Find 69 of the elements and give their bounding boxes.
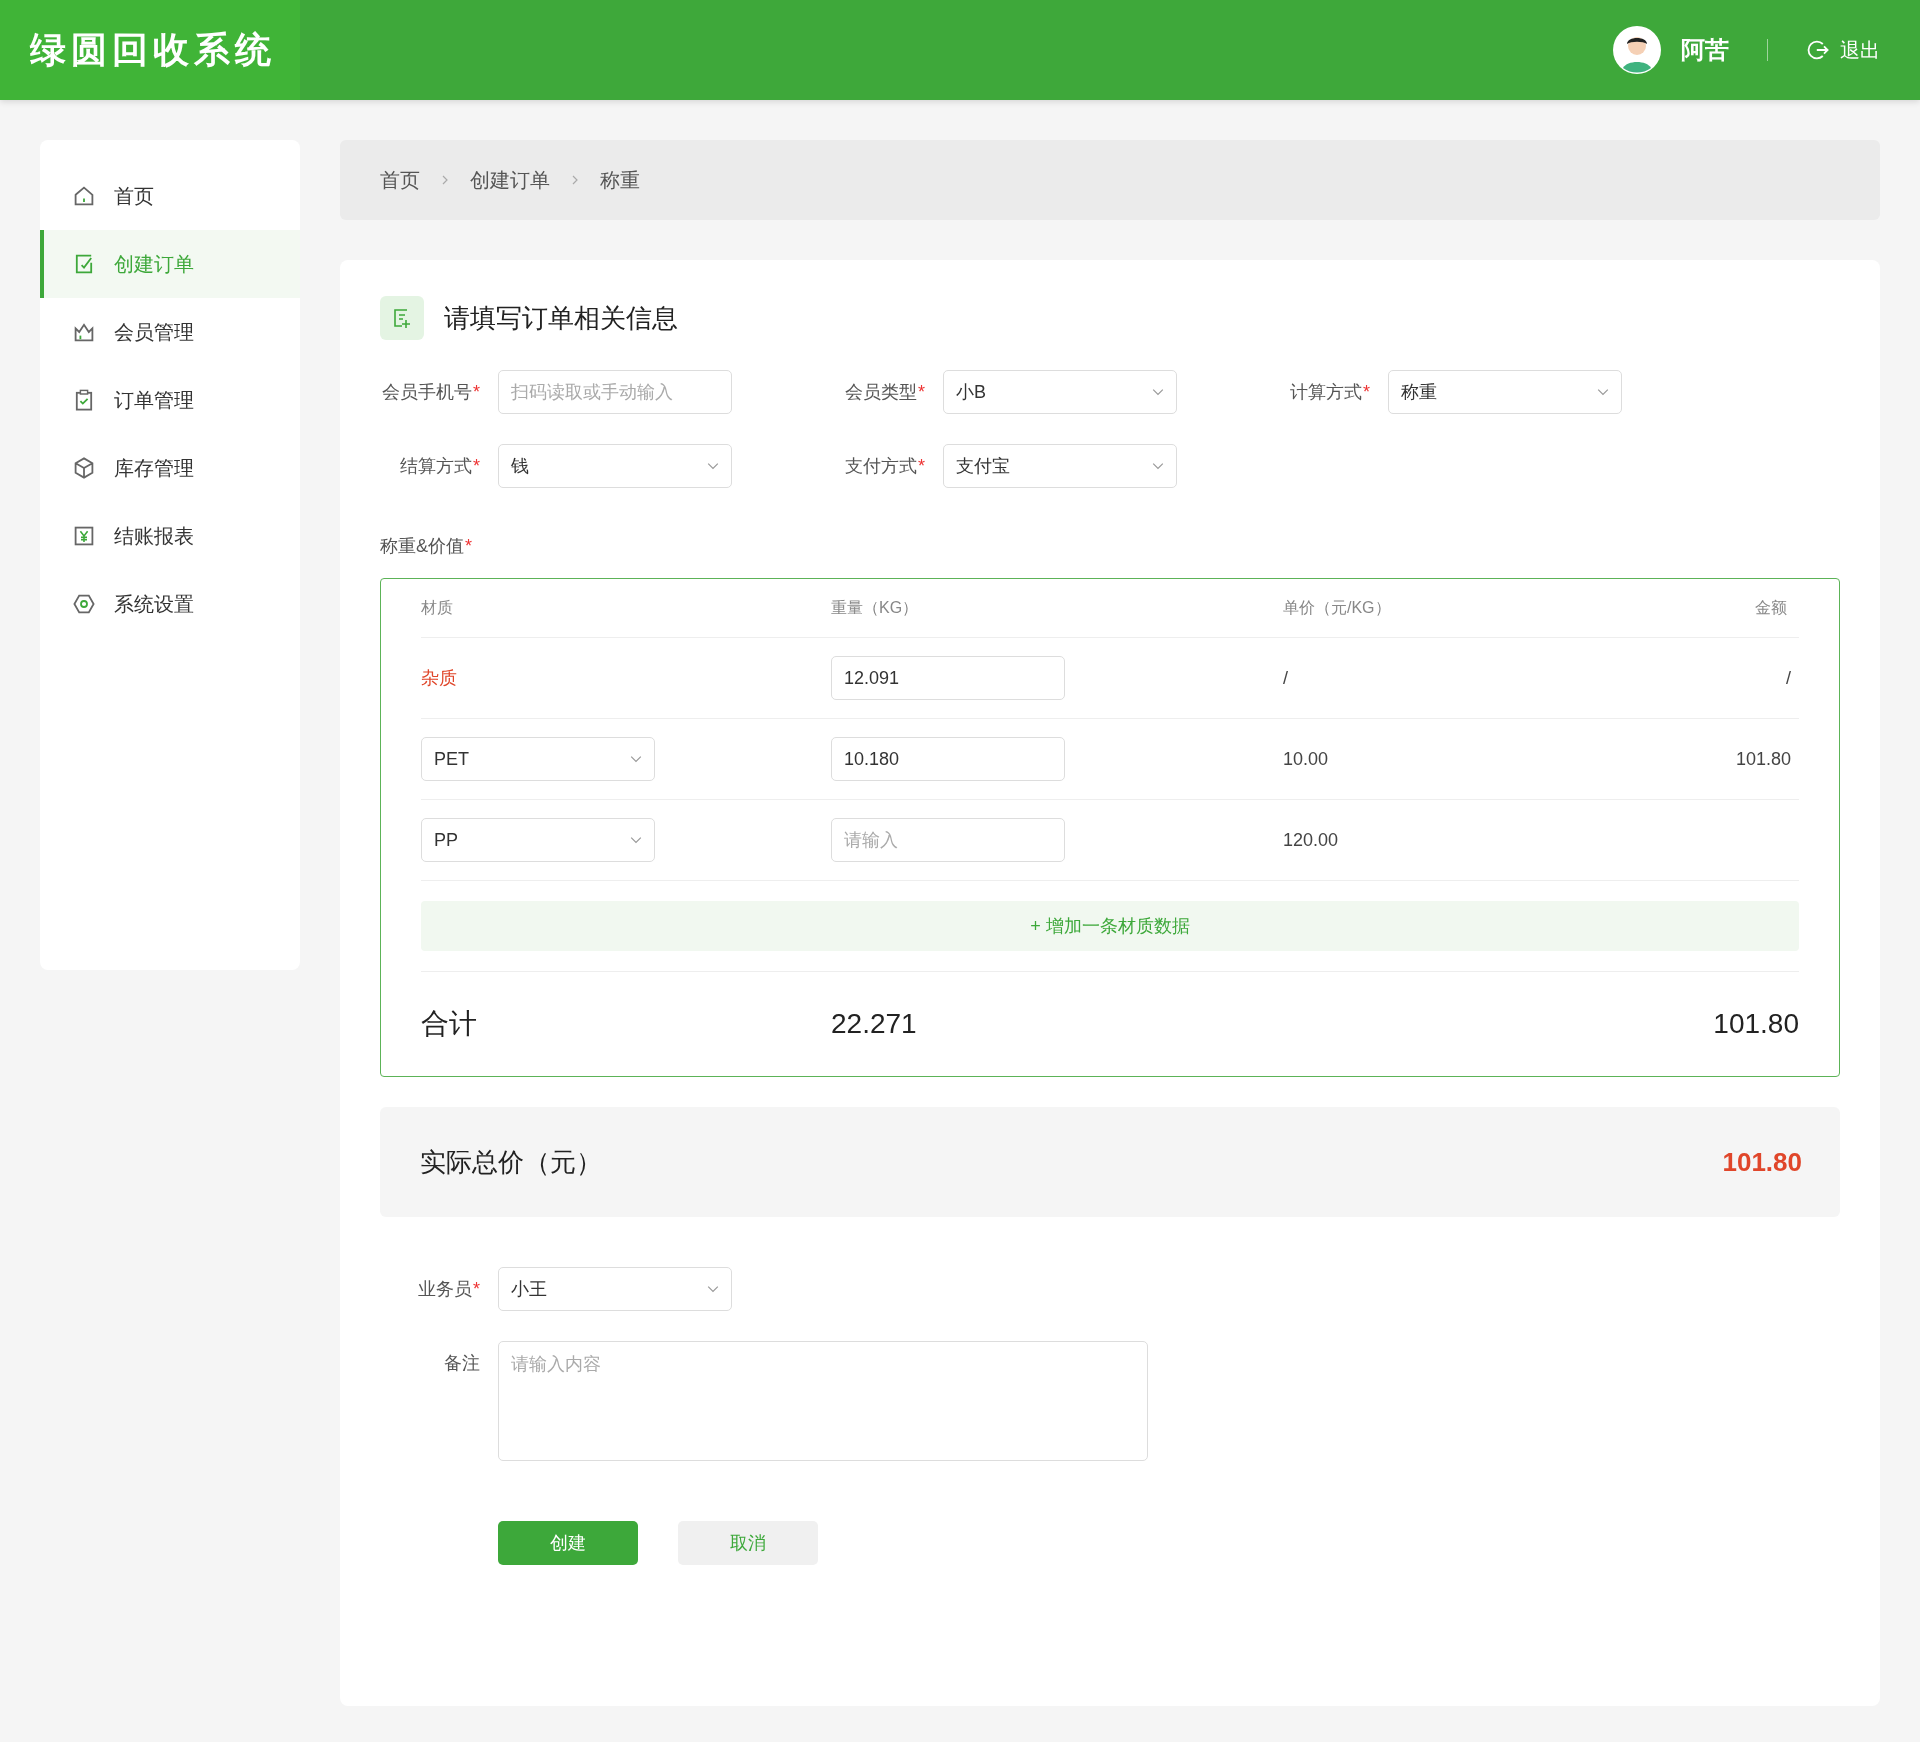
unit-price: 10.00 (1283, 748, 1329, 770)
field-label: 结算方式 (400, 456, 472, 476)
yen-icon (72, 524, 96, 548)
form-icon (380, 296, 424, 340)
column-header: 金额 (1754, 597, 1788, 618)
select-field[interactable]: 支付宝 (943, 444, 1177, 488)
column-header: 单价（元/KG） (1283, 597, 1392, 618)
column-header: 材质 (421, 597, 454, 618)
required-mark: * (465, 536, 473, 556)
actual-total-label: 实际总价（元） (420, 1145, 602, 1179)
chevron-down-icon (1597, 386, 1609, 398)
required-mark: * (473, 1279, 480, 1299)
weight-input[interactable]: 请输入 (831, 818, 1065, 862)
chevron-down-icon (707, 1283, 719, 1295)
app-title: 绿圆回收系统 (30, 27, 276, 72)
material-select[interactable]: PET (421, 737, 655, 781)
select-field[interactable]: 小B (943, 370, 1177, 414)
required-mark: * (1363, 382, 1370, 402)
section-label: 称重&价值 (380, 536, 464, 556)
sidebar-item[interactable]: 会员管理 (40, 298, 300, 366)
field-label: 支付方式 (845, 456, 917, 476)
select-field[interactable]: 钱 (498, 444, 732, 488)
breadcrumb-link[interactable]: 称重 (600, 166, 640, 194)
sidebar-item[interactable]: 首页 (40, 162, 300, 230)
required-mark: * (473, 382, 480, 402)
breadcrumb-link[interactable]: 首页 (380, 166, 420, 194)
required-mark: * (918, 382, 925, 402)
column-header: 重量（KG） (831, 597, 920, 618)
field-label: 会员类型 (845, 382, 917, 402)
amount: / (1786, 667, 1791, 689)
sidebar-item[interactable]: 库存管理 (40, 434, 300, 502)
unit-price: / (1283, 667, 1288, 689)
total-weight: 22.271 (831, 1008, 918, 1040)
field-label: 备注 (444, 1353, 480, 1373)
chevron-down-icon (1152, 460, 1164, 472)
input-field[interactable]: 扫码读取或手动输入 (498, 370, 732, 414)
form-title: 请填写订单相关信息 (444, 301, 678, 335)
chevron-down-icon (630, 834, 642, 846)
material-text: 杂质 (421, 667, 457, 690)
chevron-down-icon (630, 753, 642, 765)
amount: 101.80 (1735, 748, 1791, 770)
required-mark: * (473, 456, 480, 476)
logout-icon (1806, 38, 1830, 62)
field-label: 会员手机号 (382, 382, 472, 402)
actual-total-value: 101.80 (1722, 1146, 1802, 1178)
house-icon (72, 184, 96, 208)
weight-input[interactable]: 12.091 (831, 656, 1065, 700)
hexagon-icon (72, 592, 96, 616)
material-select[interactable]: PP (421, 818, 655, 862)
chevron-icon (570, 175, 580, 185)
sidebar-item[interactable]: 系统设置 (40, 570, 300, 638)
chevron-icon (440, 175, 450, 185)
field-label: 计算方式 (1290, 382, 1362, 402)
total-amount: 101.80 (1712, 1008, 1799, 1040)
breadcrumb-link[interactable]: 创建订单 (470, 166, 550, 194)
chevron-down-icon (1152, 386, 1164, 398)
required-mark: * (918, 456, 925, 476)
unit-price: 120.00 (1283, 829, 1339, 851)
sidebar-item[interactable]: 结账报表 (40, 502, 300, 570)
remark-textarea[interactable]: 请输入内容 (498, 1341, 1148, 1461)
field-label: 业务员 (418, 1279, 472, 1299)
box-icon (72, 456, 96, 480)
sidebar-item[interactable]: 订单管理 (40, 366, 300, 434)
select-field[interactable]: 小王 (498, 1267, 732, 1311)
chevron-down-icon (707, 460, 719, 472)
select-field[interactable]: 称重 (1388, 370, 1622, 414)
avatar-icon[interactable] (1613, 26, 1661, 74)
total-label: 合计 (421, 1007, 478, 1041)
weight-input[interactable]: 10.180 (831, 737, 1065, 781)
